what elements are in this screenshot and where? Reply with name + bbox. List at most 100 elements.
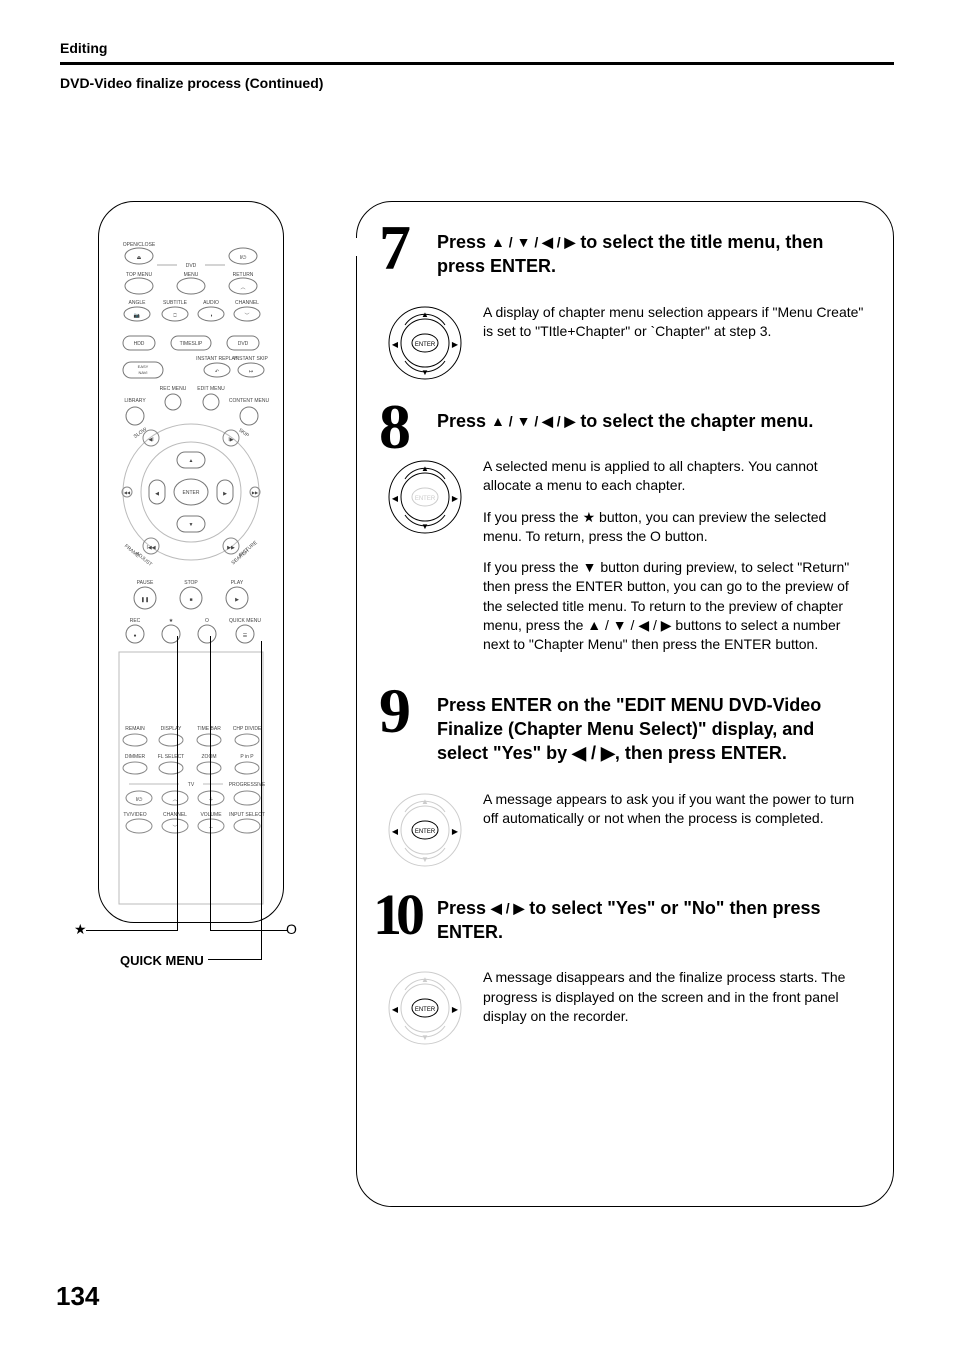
dpad-enter-label: ENTER xyxy=(415,342,436,348)
svg-text:◀: ◀ xyxy=(392,827,399,836)
lbl-slow: SLOW xyxy=(133,426,149,440)
svg-text:▶: ▶ xyxy=(452,494,459,503)
lbl-audio: AUDIO xyxy=(203,300,219,306)
tv-power-icon: I/⏻ xyxy=(136,797,143,803)
lbl-dvd: DVD xyxy=(238,341,249,347)
svg-text:▶: ▶ xyxy=(452,827,459,836)
steps-column: 7 Press ▲ / ▼ / ◀ / ▶ to select the titl… xyxy=(356,201,894,1207)
chevron-down-icon-2: ﹀ xyxy=(172,825,177,831)
dpad-enter-label: ENTER xyxy=(415,496,436,502)
step-para: A display of chapter menu selection appe… xyxy=(483,303,865,342)
svg-text:◀: ◀ xyxy=(392,1005,399,1014)
step-para: A message disappears and the finalize pr… xyxy=(483,968,865,1026)
btn-edit-menu xyxy=(203,394,219,410)
lbl-fl-select: FL SELECT xyxy=(158,754,185,760)
btn-p-in-p xyxy=(235,762,259,774)
step-body: A message disappears and the finalize pr… xyxy=(483,968,865,1048)
lbl-dimmer: DIMMER xyxy=(125,754,146,760)
minus-icon: － xyxy=(208,825,213,831)
manual-page: Editing DVD-Video finalize process (Cont… xyxy=(0,0,954,1348)
btn-remain xyxy=(123,734,147,746)
lbl-pause: PAUSE xyxy=(137,580,154,586)
step-number: 10 xyxy=(373,886,419,944)
lbl-menu: MENU xyxy=(184,272,199,278)
page-number: 134 xyxy=(56,1281,99,1312)
chevron-up-icon: ︿ xyxy=(240,285,245,291)
btn-progressive xyxy=(234,791,260,805)
callout-line-star xyxy=(86,930,178,931)
lbl-return: RETURN xyxy=(233,272,254,278)
step-number: 7 xyxy=(379,216,411,280)
step-title: Press ◀ / ▶ to select "Yes" or "No" then… xyxy=(437,896,865,945)
arrow-down-icon: ▼ xyxy=(189,522,194,528)
dpad-icon: ENTER ▲ ▼ ◀ ▶ xyxy=(385,303,465,383)
btn-rec-menu xyxy=(165,394,181,410)
lbl-quick-menu: QUICK MENU xyxy=(229,618,261,624)
lbl-progressive: PROGRESSIVE xyxy=(229,782,266,788)
remote-illustration: OPEN/CLOSE ⏏ I/⏻ DVD TOP MENU MENU RETUR… xyxy=(70,201,310,961)
title-arrows: ▲ / ▼ / ◀ / ▶ xyxy=(491,233,575,252)
dpad-icon: ENTER ▲ ▼ ◀ ▶ xyxy=(385,968,465,1048)
lbl-content-menu: CONTENT MENU xyxy=(229,398,270,404)
dpad-enter-label: ENTER xyxy=(415,829,436,835)
step-body: A message appears to ask you if you want… xyxy=(483,790,865,870)
audio-icon: ◑ xyxy=(209,313,212,319)
dpad-down-icon: ▼ xyxy=(421,368,429,377)
lbl-channel-tv: CHANNEL xyxy=(163,812,187,818)
btn-display xyxy=(159,734,183,746)
svg-text:◀: ◀ xyxy=(392,494,399,503)
rev-icon: ◀I xyxy=(148,437,153,443)
remote-door xyxy=(119,652,263,904)
lbl-instant-replay: INSTANT REPLAY xyxy=(196,356,238,362)
lbl-hdd: HDD xyxy=(134,341,145,347)
arrow-up-icon: ▲ xyxy=(189,458,194,464)
rec-icon: ● xyxy=(133,633,136,639)
step-body: A selected menu is applied to all chapte… xyxy=(483,457,865,667)
step-title: Press ENTER on the "EDIT MENU DVD-Video … xyxy=(437,693,865,766)
lbl-star: ★ xyxy=(169,618,174,624)
power-icon: I/⏻ xyxy=(240,255,247,261)
lbl-time-bar: TIME BAR xyxy=(197,726,221,732)
arrow-right-icon: ▶ xyxy=(223,491,227,497)
rew-icon: ◀◀ xyxy=(124,490,131,495)
lbl-edit-menu: EDIT MENU xyxy=(197,386,225,392)
btn-content-menu xyxy=(240,407,258,425)
content-columns: OPEN/CLOSE ⏏ I/⏻ DVD TOP MENU MENU RETUR… xyxy=(60,201,894,1207)
lbl-adjust: ADJUST xyxy=(134,551,153,568)
step-title: Press ▲ / ▼ / ◀ / ▶ to select the chapte… xyxy=(437,409,865,433)
title-pre: Press xyxy=(437,232,491,252)
step-number: 9 xyxy=(379,679,411,743)
lbl-zoom: ZOOM xyxy=(202,754,217,760)
callout-star: ★ xyxy=(74,921,87,938)
lbl-chp-divide: CHP DIVIDE xyxy=(233,726,262,732)
dpad-right-icon: ▶ xyxy=(452,340,459,349)
btn-time-bar xyxy=(197,734,221,746)
btn-menu xyxy=(177,278,205,294)
remote-body: OPEN/CLOSE ⏏ I/⏻ DVD TOP MENU MENU RETUR… xyxy=(98,201,284,923)
btn-zoom xyxy=(197,762,221,774)
lbl-subtitle: SUBTITLE xyxy=(163,300,188,306)
step-para: A selected menu is applied to all chapte… xyxy=(483,457,865,496)
prev-icon: I◀◀ xyxy=(146,545,155,551)
lbl-timeslip: TIMESLIP xyxy=(180,341,203,347)
chevron-up-icon-2: ︿ xyxy=(172,797,177,803)
step-10: 10 Press ◀ / ▶ to select "Yes" or "No" t… xyxy=(385,896,865,1049)
lbl-open-close: OPEN/CLOSE xyxy=(123,242,156,248)
stop-icon: ■ xyxy=(189,597,192,603)
callout-quick-menu: QUICK MENU xyxy=(120,953,204,968)
btn-tv-video xyxy=(126,819,152,833)
header-rule xyxy=(60,62,894,65)
btn-chp-divide xyxy=(235,734,259,746)
btn-fl-select xyxy=(159,762,183,774)
play-icon: ▶ xyxy=(235,597,239,603)
lbl-o: O xyxy=(205,618,209,624)
lbl-stop: STOP xyxy=(184,580,198,586)
lbl-navi: NAVI xyxy=(138,370,147,375)
title-post: to select the chapter menu. xyxy=(575,411,813,431)
dpad-enter-label: ENTER xyxy=(415,1007,436,1013)
step-title: Press ▲ / ▼ / ◀ / ▶ to select the title … xyxy=(437,230,865,279)
pause-icon: ❚❚ xyxy=(141,597,149,603)
lbl-tv-video: TV/VIDEO xyxy=(123,812,146,818)
lbl-tv: TV xyxy=(188,782,195,788)
title-arrows: ▲ / ▼ / ◀ / ▶ xyxy=(491,412,575,431)
